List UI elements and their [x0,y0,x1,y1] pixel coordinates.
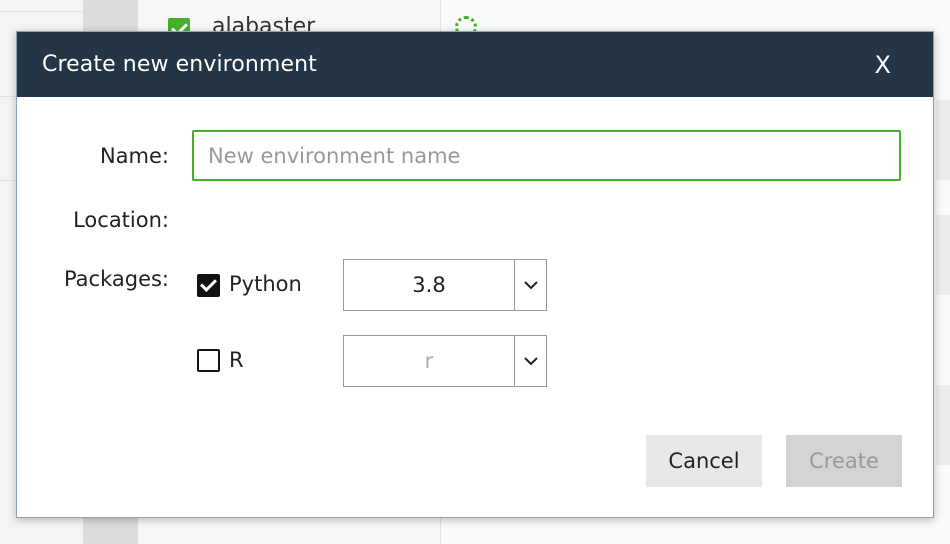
environment-name-input[interactable] [192,130,901,181]
r-label: R [229,348,244,372]
close-button[interactable]: X [875,51,891,79]
chevron-down-icon[interactable] [514,336,546,386]
background-cell [936,215,950,295]
location-label: Location: [73,208,169,232]
r-version-value: r [424,349,434,373]
dialog-title: Create new environment [42,52,317,77]
name-label: Name: [99,144,169,168]
python-checkbox[interactable] [197,274,220,297]
python-version-select[interactable]: 3.8 [343,259,547,311]
packages-label: Packages: [63,267,169,291]
cancel-button[interactable]: Cancel [646,435,762,487]
background-divider [0,11,83,12]
python-label: Python [229,272,302,296]
create-environment-dialog: Create new environment X Name: Location:… [16,31,934,518]
r-checkbox[interactable] [197,349,220,372]
dialog-header: Create new environment X [17,32,933,97]
background-cell [936,385,950,465]
chevron-down-icon[interactable] [514,260,546,310]
create-button[interactable]: Create [786,435,902,487]
r-version-select[interactable]: r [343,335,547,387]
background-cell [936,100,950,180]
python-version-value: 3.8 [412,273,446,297]
